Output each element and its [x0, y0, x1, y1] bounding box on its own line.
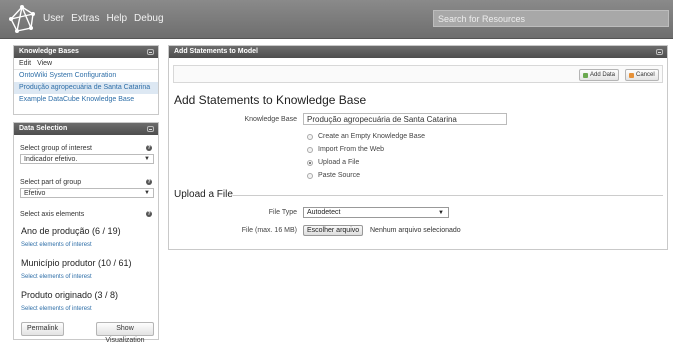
section-divider — [233, 195, 663, 196]
file-type-value: Autodetect — [307, 209, 341, 216]
kb-item-system-config[interactable]: OntoWiki System Configuration — [14, 70, 158, 82]
kb-item-datacube[interactable]: Example DataCube Knowledge Base — [14, 94, 158, 106]
knowledge-base-field[interactable] — [303, 113, 507, 125]
file-type-label: File Type — [268, 209, 297, 216]
chevron-down-icon: ▼ — [438, 210, 444, 216]
option-label: Paste Source — [318, 172, 361, 179]
knowledge-bases-header: Knowledge Bases — [14, 46, 158, 58]
data-selection-panel: Data Selection Select group of interest … — [13, 122, 159, 344]
help-icon[interactable]: ? — [146, 211, 152, 217]
radio-checked-icon[interactable] — [307, 159, 313, 166]
cancel-button[interactable]: Cancel — [625, 69, 659, 81]
data-selection-title: Data Selection — [19, 125, 68, 132]
axis-label: Select axis elements — [20, 211, 85, 218]
file-type-select[interactable]: Autodetect ▼ — [303, 207, 449, 218]
choose-file-button[interactable]: Escolher arquivo — [303, 225, 364, 236]
help-icon[interactable]: ? — [146, 179, 152, 185]
option-label: Create an Empty Knowledge Base — [318, 133, 426, 140]
dimension-title: Produto originado (3 / 8) — [21, 290, 119, 300]
show-visualization-button[interactable]: Show Visualization — [96, 322, 154, 344]
add-statements-title: Add Statements to Model — [174, 48, 259, 55]
select-elements-link[interactable]: Select elements of interest — [21, 242, 92, 248]
option-upload-file[interactable]: Upload a File — [307, 159, 359, 166]
menu-user[interactable]: User — [43, 13, 64, 24]
toolbar: Add Data Cancel — [173, 65, 663, 83]
group-select[interactable]: Indicador efetivo. ▼ — [20, 154, 154, 164]
option-label: Upload a File — [318, 159, 360, 166]
radio-icon[interactable] — [307, 172, 313, 179]
select-elements-link[interactable]: Select elements of interest — [21, 274, 92, 280]
top-bar: User Extras Help Debug — [0, 0, 673, 39]
knowledge-bases-title: Knowledge Bases — [19, 48, 79, 55]
group-label: Select group of interest — [20, 145, 92, 152]
kb-menu-view[interactable]: View — [37, 60, 52, 67]
option-label: Import From the Web — [318, 146, 385, 153]
data-selection-header: Data Selection — [14, 123, 158, 135]
add-data-button[interactable]: Add Data — [579, 69, 620, 81]
chevron-down-icon: ▼ — [144, 190, 150, 196]
select-elements-link[interactable]: Select elements of interest — [21, 306, 92, 312]
minimize-icon[interactable] — [147, 49, 154, 55]
dimension-title: Ano de produção (6 / 19) — [21, 226, 121, 236]
part-label: Select part of group — [20, 179, 82, 186]
add-statements-header: Add Statements to Model — [169, 46, 667, 58]
option-create-empty[interactable]: Create an Empty Knowledge Base — [307, 133, 425, 140]
group-select-value: Indicador efetivo. — [24, 156, 78, 163]
knowledge-bases-panel: Knowledge Bases Edit View OntoWiki Syste… — [13, 45, 159, 115]
minimize-icon[interactable] — [147, 126, 154, 132]
upload-section-title: Upload a File — [174, 189, 233, 200]
help-icon[interactable]: ? — [146, 145, 152, 151]
minimize-icon[interactable] — [656, 49, 663, 55]
part-select-value: Efetivo — [24, 190, 46, 197]
ontowiki-logo-icon[interactable] — [8, 4, 36, 34]
add-icon — [583, 72, 588, 78]
menu-extras[interactable]: Extras — [71, 13, 99, 24]
top-menu: User Extras Help Debug — [43, 13, 164, 24]
permalink-button[interactable]: Permalink — [21, 322, 64, 336]
radio-icon[interactable] — [307, 146, 313, 153]
kb-menu-edit[interactable]: Edit — [19, 60, 31, 67]
file-label: File (max. 16 MB) — [241, 227, 297, 234]
cancel-icon — [629, 72, 634, 78]
page-title: Add Statements to Knowledge Base — [174, 93, 367, 107]
resource-search-input[interactable] — [433, 10, 669, 27]
option-import-web[interactable]: Import From the Web — [307, 146, 384, 153]
menu-debug[interactable]: Debug — [134, 13, 163, 24]
add-data-label: Add Data — [590, 72, 616, 78]
kb-item-producao[interactable]: Produção agropecuária de Santa Catarina — [14, 82, 158, 94]
kb-menu: Edit View — [14, 58, 158, 70]
dimension-title: Município produtor (10 / 61) — [21, 258, 132, 268]
kb-field-label: Knowledge Base — [244, 116, 297, 123]
part-select[interactable]: Efetivo ▼ — [20, 188, 154, 198]
chevron-down-icon: ▼ — [144, 156, 150, 162]
add-statements-panel: Add Statements to Model Add Data Cancel … — [168, 45, 668, 250]
file-status: Nenhum arquivo selecionado — [370, 227, 461, 234]
option-paste-source[interactable]: Paste Source — [307, 172, 360, 179]
cancel-label: Cancel — [636, 72, 655, 78]
radio-icon[interactable] — [307, 133, 313, 140]
menu-help[interactable]: Help — [106, 13, 127, 24]
